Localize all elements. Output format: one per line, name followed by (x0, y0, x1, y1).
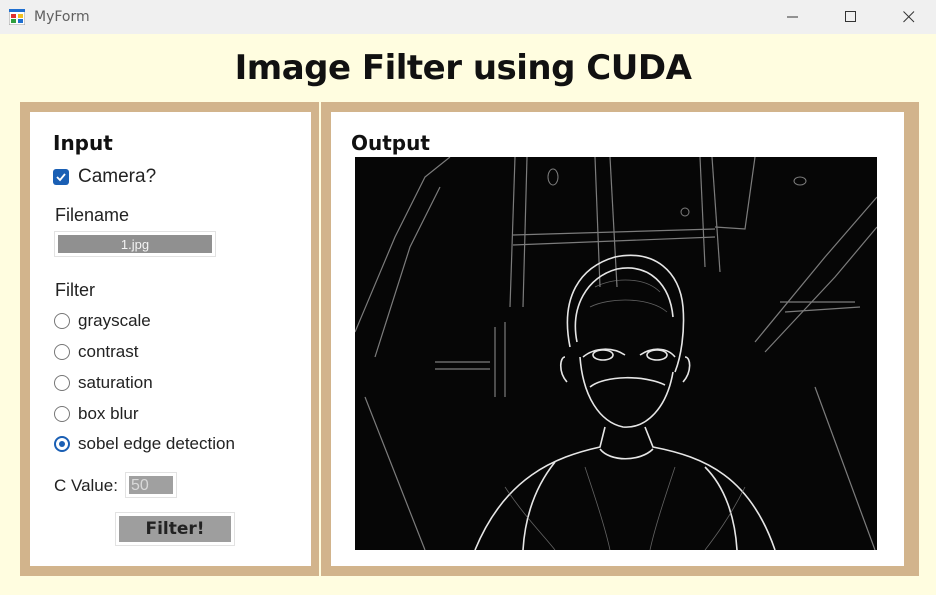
radio-button[interactable] (54, 313, 70, 329)
filter-button[interactable]: Filter! (115, 512, 235, 546)
radio-label-saturation[interactable]: saturation (78, 373, 153, 393)
cvalue-value[interactable]: 50 (129, 476, 173, 494)
filter-label: Filter (55, 280, 95, 300)
radio-label-grayscale[interactable]: grayscale (78, 311, 151, 331)
maximize-button[interactable] (828, 0, 874, 34)
radio-button[interactable] (54, 375, 70, 391)
close-button[interactable] (886, 0, 932, 34)
radio-label-sobel[interactable]: sobel edge detection (78, 434, 235, 454)
window-title: MyForm (34, 9, 90, 25)
camera-checkbox-label[interactable]: Camera? (78, 166, 156, 188)
sobel-edge-output-image (355, 157, 877, 550)
minimize-button[interactable] (770, 0, 816, 34)
camera-checkbox[interactable] (53, 169, 69, 185)
radio-button-selected[interactable] (54, 436, 70, 452)
radio-label-contrast[interactable]: contrast (78, 342, 138, 362)
window-titlebar[interactable]: MyForm (0, 0, 936, 34)
check-icon (56, 173, 66, 182)
output-title: Output (351, 131, 430, 155)
close-icon (903, 11, 915, 23)
input-title: Input (53, 131, 113, 155)
radio-label-box-blur[interactable]: box blur (78, 404, 138, 424)
maximize-icon (845, 11, 856, 22)
cvalue-label: C Value: (54, 476, 118, 495)
radio-button[interactable] (54, 344, 70, 360)
app-icon (9, 9, 25, 25)
filename-label: Filename (55, 205, 130, 225)
filename-value[interactable]: 1.jpg (58, 235, 212, 253)
filename-field[interactable]: 1.jpg (54, 231, 216, 257)
output-image (355, 157, 877, 550)
page-title: Image Filter using CUDA (234, 48, 692, 88)
radio-button[interactable] (54, 406, 70, 422)
filter-button-label[interactable]: Filter! (119, 516, 231, 542)
cvalue-field[interactable]: 50 (125, 472, 177, 498)
minimize-icon (787, 16, 798, 18)
